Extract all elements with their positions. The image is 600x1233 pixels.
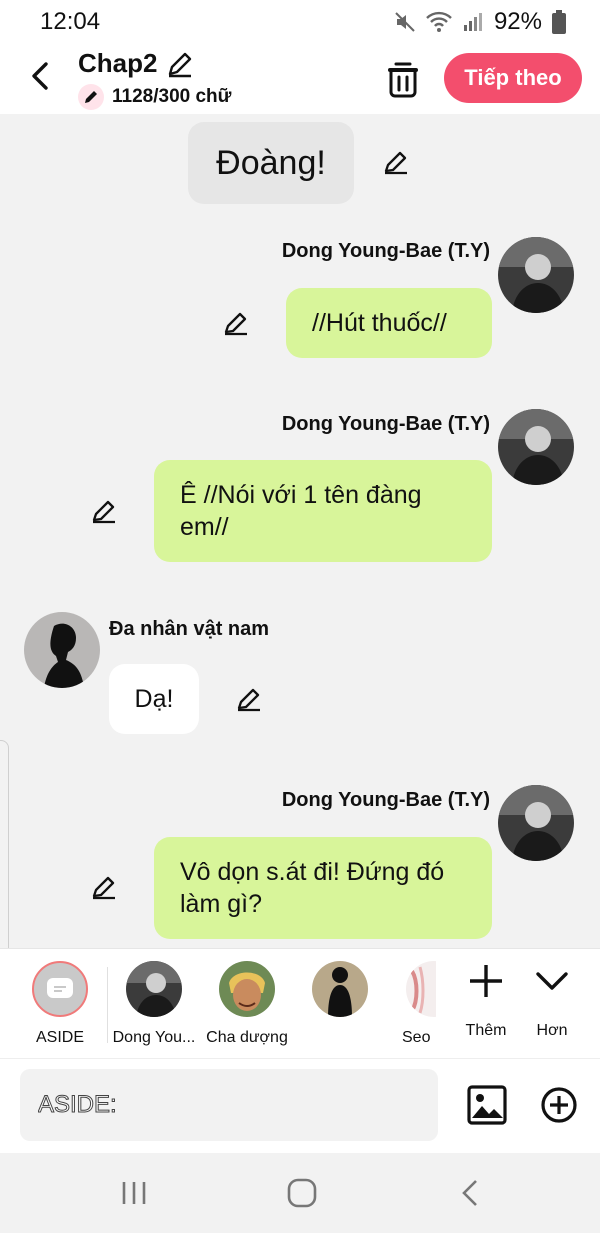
avatar	[219, 961, 275, 1017]
chapter-title: Chap2	[78, 48, 158, 78]
system-nav-bar	[0, 1153, 600, 1233]
more-label: Hơn	[536, 1022, 568, 1039]
battery-icon	[552, 10, 566, 34]
plus-icon	[470, 965, 502, 997]
avatar[interactable]	[24, 612, 100, 688]
word-count: 1128/300 chữ	[112, 86, 232, 107]
trash-icon[interactable]	[384, 58, 422, 98]
aside-bubble[interactable]: Đoàng!	[188, 122, 354, 204]
add-character-button[interactable]: Thêm	[456, 961, 516, 1040]
home-icon[interactable]	[286, 1177, 318, 1209]
status-icons: 92%	[394, 8, 566, 36]
avatar	[126, 961, 182, 1017]
chat-area[interactable]: Đoàng! Dong Young-Bae (T.Y) //Hút thuốc/…	[0, 114, 600, 948]
character-aside[interactable]: ASIDE	[14, 961, 106, 1047]
pencil-icon[interactable]	[165, 49, 195, 79]
character-picker: ASIDE Dong You... Cha dượng Seo Thêm Hơn	[0, 948, 600, 1059]
pencil-badge-icon	[78, 84, 104, 110]
avatar	[312, 961, 368, 1017]
edit-icon[interactable]	[90, 497, 118, 525]
avatar[interactable]	[498, 785, 574, 861]
battery-percent: 92%	[493, 8, 542, 35]
chevron-down-icon	[536, 972, 568, 990]
speaker-name: Đa nhân vật nam	[109, 618, 270, 640]
character-label: ASIDE	[35, 1029, 84, 1046]
aside-icon	[32, 961, 88, 1017]
message-bubble[interactable]: Dạ!	[109, 664, 199, 734]
edit-icon[interactable]	[222, 309, 250, 337]
message-bubble[interactable]: Vô dọn s.át đi! Đứng đó làm gì?	[154, 837, 492, 939]
edit-icon[interactable]	[382, 148, 410, 176]
mute-icon	[395, 12, 415, 32]
word-count-row: 1128/300 chữ	[78, 84, 231, 110]
avatar	[406, 961, 436, 1017]
recents-icon[interactable]	[120, 1179, 148, 1207]
character-label: Dong You...	[112, 1029, 196, 1046]
avatar[interactable]	[498, 237, 574, 313]
character-label: Seo	[402, 1029, 431, 1046]
character-dong-young-bae[interactable]: Dong You...	[108, 961, 200, 1047]
nav-back-icon[interactable]	[456, 1177, 484, 1209]
speaker-name: Dong Young-Bae (T.Y)	[281, 789, 490, 811]
wifi-icon	[426, 11, 452, 32]
character-label: Cha dượng	[206, 1029, 288, 1046]
speaker-name: Dong Young-Bae (T.Y)	[281, 240, 490, 262]
add-circle-icon[interactable]	[540, 1086, 578, 1124]
edit-icon[interactable]	[235, 685, 263, 713]
editor-header: Chap2 1128/300 chữ Tiếp theo	[0, 42, 600, 114]
status-bar: 12:04 92%	[0, 0, 600, 42]
message-bubble[interactable]: //Hút thuốc//	[286, 288, 492, 358]
composer	[0, 1058, 600, 1154]
back-icon[interactable]	[22, 58, 58, 94]
signal-icon	[463, 13, 482, 31]
chapter-title-row[interactable]: Chap2	[78, 48, 195, 79]
message-bubble[interactable]: Ê //Nói với 1 tên đàng em//	[154, 460, 492, 562]
side-drawer-handle[interactable]	[0, 740, 9, 972]
clock: 12:04	[40, 8, 101, 35]
edit-icon[interactable]	[90, 873, 118, 901]
speaker-name: Dong Young-Bae (T.Y)	[281, 413, 490, 435]
more-button[interactable]: Hơn	[522, 961, 582, 1040]
next-button[interactable]: Tiếp theo	[444, 53, 582, 103]
avatar[interactable]	[498, 409, 574, 485]
character-seo[interactable]: Seo	[372, 961, 436, 1047]
message-input[interactable]	[20, 1069, 438, 1141]
add-label: Thêm	[465, 1022, 507, 1039]
image-icon[interactable]	[466, 1084, 508, 1126]
character-cha-duong[interactable]: Cha dượng	[201, 961, 293, 1047]
